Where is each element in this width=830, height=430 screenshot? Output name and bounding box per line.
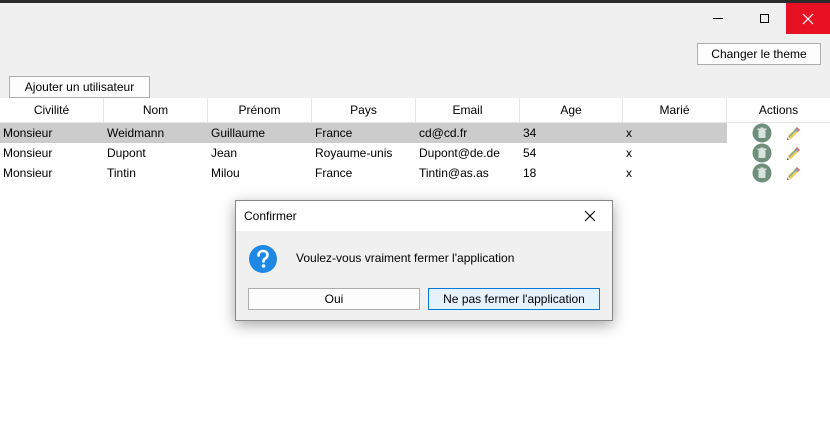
pencil-icon[interactable] [784, 145, 802, 163]
cell-age: 54 [523, 146, 537, 160]
pencil-icon[interactable] [784, 125, 802, 143]
column-header-marie[interactable]: Marié [623, 98, 727, 122]
cell-age: 18 [523, 166, 537, 180]
table-body: Monsieur Weidmann Guillaume France cd@cd… [0, 123, 830, 183]
dialog-title-bar: Confirmer [236, 201, 612, 231]
cell-age: 34 [523, 126, 537, 140]
table-row[interactable]: Monsieur Dupont Jean Royaume-unis Dupont… [0, 143, 830, 163]
row-actions [752, 143, 812, 163]
cell-marie: x [626, 166, 632, 180]
trash-icon[interactable] [752, 123, 772, 143]
column-header-nom[interactable]: Nom [104, 98, 208, 122]
cell-email: Dupont@de.de [419, 146, 500, 160]
cell-nom: Dupont [107, 146, 146, 160]
close-icon [802, 13, 814, 24]
cell-pays: France [315, 166, 353, 180]
dialog-message: Voulez-vous vraiment fermer l'applicatio… [296, 251, 515, 265]
column-header-civilite[interactable]: Civilité [0, 98, 104, 122]
yes-button[interactable]: Oui [248, 288, 420, 310]
dialog-title: Confirmer [244, 209, 297, 223]
no-button[interactable]: Ne pas fermer l'application [428, 288, 600, 310]
cell-marie: x [626, 146, 632, 160]
add-user-button[interactable]: Ajouter un utilisateur [9, 76, 150, 98]
trash-icon[interactable] [752, 163, 772, 183]
pencil-icon[interactable] [784, 165, 802, 183]
cell-nom: Tintin [107, 166, 136, 180]
question-icon [249, 245, 277, 273]
cell-civilite: Monsieur [3, 146, 53, 160]
minimize-icon [713, 18, 723, 19]
cell-nom: Weidmann [107, 126, 165, 140]
cell-pays: Royaume-unis [315, 146, 393, 160]
close-icon [584, 210, 596, 222]
row-actions [752, 163, 812, 183]
maximize-icon [759, 14, 769, 23]
row-actions [752, 123, 812, 143]
column-header-prenom[interactable]: Prénom [208, 98, 312, 122]
column-header-actions[interactable]: Actions [727, 98, 830, 122]
toolbar: Changer le theme Ajouter un utilisateur [0, 34, 830, 98]
cell-email: cd@cd.fr [419, 126, 468, 140]
trash-icon[interactable] [752, 143, 772, 163]
column-header-email[interactable]: Email [416, 98, 520, 122]
table-row[interactable]: Monsieur Tintin Milou France Tintin@as.a… [0, 163, 830, 183]
column-header-age[interactable]: Age [520, 98, 623, 122]
confirm-dialog: Confirmer Voulez-vous vraiment fermer l'… [235, 200, 613, 321]
cell-civilite: Monsieur [3, 126, 53, 140]
cell-email: Tintin@as.as [419, 166, 489, 180]
cell-civilite: Monsieur [3, 166, 53, 180]
cell-prenom: Milou [211, 166, 240, 180]
table-header: Civilité Nom Prénom Pays Email Age Marié… [0, 98, 830, 123]
table-row[interactable]: Monsieur Weidmann Guillaume France cd@cd… [0, 123, 830, 143]
minimize-button[interactable] [695, 3, 741, 34]
maximize-button[interactable] [741, 3, 787, 34]
column-header-pays[interactable]: Pays [312, 98, 416, 122]
close-button[interactable] [786, 3, 830, 34]
change-theme-button[interactable]: Changer le theme [697, 43, 821, 65]
title-bar [0, 3, 830, 34]
dialog-close-button[interactable] [576, 203, 604, 229]
cell-pays: France [315, 126, 353, 140]
cell-marie: x [626, 126, 632, 140]
cell-prenom: Jean [211, 146, 238, 160]
cell-prenom: Guillaume [211, 126, 266, 140]
